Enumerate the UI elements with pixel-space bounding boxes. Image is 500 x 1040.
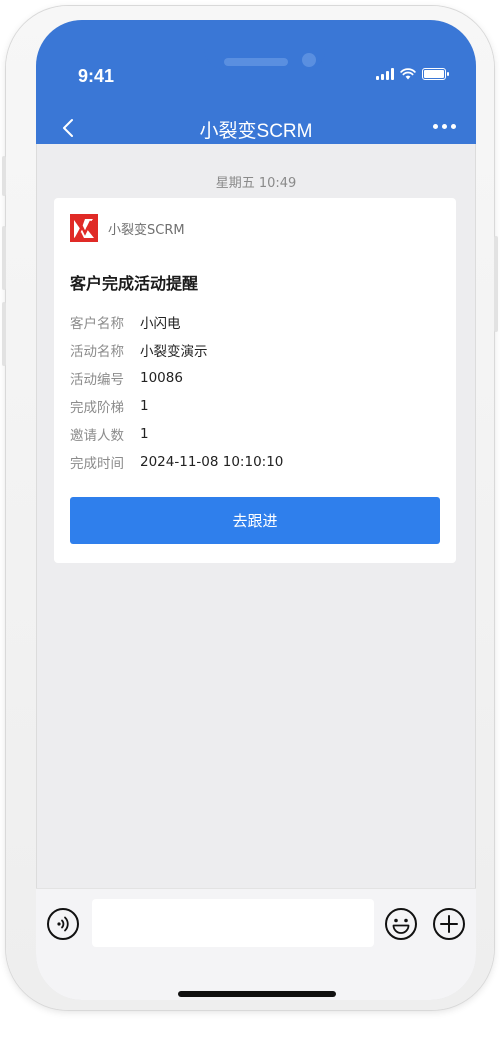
field-row: 活动编号 10086 — [70, 364, 283, 392]
notch-camera — [302, 53, 316, 67]
status-icons — [376, 68, 449, 80]
more-icon — [433, 124, 438, 129]
field-value: 1 — [140, 398, 149, 414]
plus-icon — [433, 908, 465, 940]
plus-button[interactable] — [432, 907, 466, 941]
field-label: 活动名称 — [70, 344, 124, 360]
field-value: 小闪电 — [140, 316, 181, 332]
card-header: 小裂变SCRM — [70, 214, 185, 242]
page-title: 小裂变SCRM — [199, 121, 313, 142]
wifi-icon — [400, 68, 416, 80]
card-app-name: 小裂变SCRM — [108, 222, 185, 238]
field-row: 活动名称 小裂变演示 — [70, 336, 283, 364]
mute-switch — [2, 156, 6, 196]
field-label: 活动编号 — [70, 372, 124, 388]
card-fields: 客户名称 小闪电 活动名称 小裂变演示 活动编号 10086 完成阶梯 1 邀请… — [70, 308, 283, 476]
field-label: 客户名称 — [70, 316, 124, 332]
field-label: 完成时间 — [70, 456, 124, 472]
phone-frame: 9:41 小裂变SCRM 星期五 10:49 小裂变SCRM 客户完成活动提醒 … — [2, 6, 498, 1010]
voice-icon — [47, 908, 79, 940]
app-header: 9:41 小裂变SCRM — [36, 20, 476, 144]
field-label: 邀请人数 — [70, 428, 124, 444]
status-time: 9:41 — [78, 66, 115, 86]
notification-card: 小裂变SCRM 客户完成活动提醒 客户名称 小闪电 活动名称 小裂变演示 活动编… — [54, 198, 456, 563]
field-row: 邀请人数 1 — [70, 420, 283, 448]
message-input[interactable] — [92, 899, 374, 947]
home-indicator — [178, 991, 336, 997]
follow-up-button[interactable]: 去跟进 — [70, 497, 440, 544]
field-value: 1 — [140, 426, 149, 442]
field-value: 10086 — [140, 370, 183, 386]
notch-speaker — [224, 58, 288, 66]
app-logo — [70, 214, 98, 242]
phone-screen: 9:41 小裂变SCRM 星期五 10:49 小裂变SCRM 客户完成活动提醒 … — [36, 20, 476, 1000]
field-row: 客户名称 小闪电 — [70, 308, 283, 336]
field-value: 2024-11-08 10:10:10 — [140, 454, 284, 470]
field-row: 完成时间 2024-11-08 10:10:10 — [70, 448, 283, 476]
field-row: 完成阶梯 1 — [70, 392, 283, 420]
field-label: 完成阶梯 — [70, 400, 124, 416]
field-value: 小裂变演示 — [140, 344, 208, 360]
battery-icon — [422, 68, 449, 80]
emoji-icon — [385, 908, 417, 940]
message-timestamp: 星期五 10:49 — [215, 176, 297, 191]
chat-input-bar — [36, 888, 476, 1000]
more-button[interactable] — [433, 124, 456, 129]
volume-down-button — [2, 302, 6, 366]
card-title: 客户完成活动提醒 — [70, 274, 199, 293]
power-button — [494, 236, 498, 332]
volume-up-button — [2, 226, 6, 290]
signal-icon — [376, 68, 394, 80]
voice-button[interactable] — [46, 907, 80, 941]
emoji-button[interactable] — [384, 907, 418, 941]
